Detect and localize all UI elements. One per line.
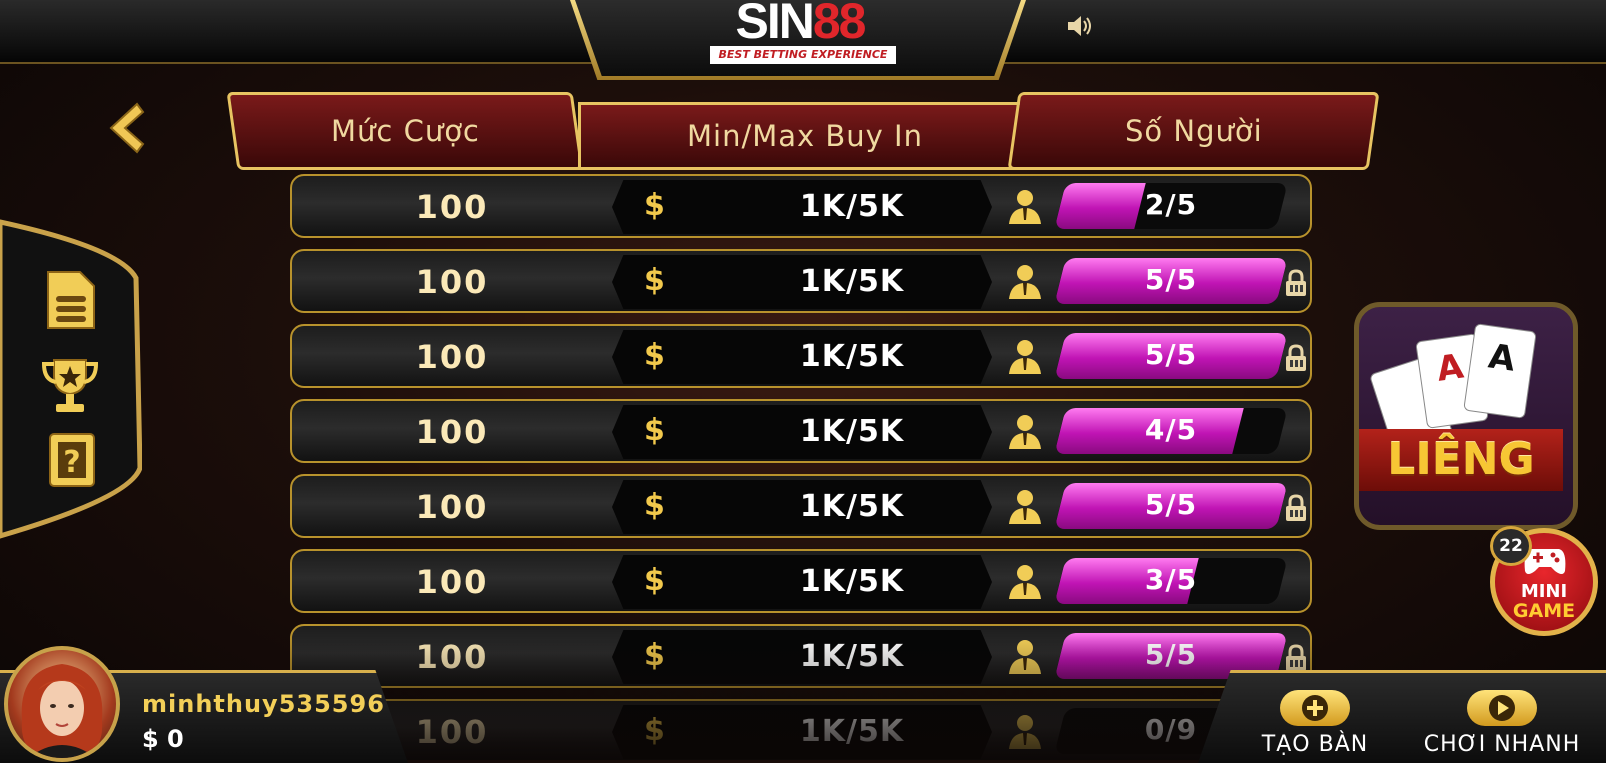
dollar-icon: $	[644, 563, 665, 598]
buyin-range: 1K/5K	[799, 639, 905, 674]
lock-icon	[1286, 644, 1306, 671]
playing-card: A	[1463, 323, 1537, 419]
quick-play-button[interactable]: CHƠI NHANH	[1414, 690, 1590, 757]
dollar-icon: $	[644, 713, 665, 748]
buyin-range: 1K/5K	[799, 414, 905, 449]
table-list: 100 $1K/5K 2/5 100 $1K/5K 5/5 100 $1K/5K 5/5 100 $…	[290, 174, 1316, 760]
mini-game-badge: 22	[1490, 526, 1532, 566]
buyin-range: 1K/5K	[799, 189, 905, 224]
player-icon	[1009, 640, 1041, 674]
buyin-range: 1K/5K	[799, 339, 905, 374]
create-table-label: TẠO BÀN	[1261, 732, 1369, 757]
back-arrow-icon[interactable]	[103, 100, 147, 156]
player-count: 2/5	[1144, 188, 1198, 221]
buyin-range: 1K/5K	[799, 714, 905, 749]
lock-icon	[1286, 494, 1306, 521]
table-row[interactable]: 100 $1K/5K 5/5	[290, 474, 1312, 538]
help-icon[interactable]: ?	[44, 432, 104, 492]
logo-number: 88	[812, 0, 867, 49]
bet-amount: 100	[415, 263, 489, 301]
header-players-label: Số Người	[1124, 114, 1263, 148]
bet-amount: 100	[415, 338, 489, 376]
bet-amount: 100	[415, 638, 489, 676]
bet-amount: 100	[415, 563, 489, 601]
dollar-icon: $	[644, 488, 665, 523]
card-rank: A	[1485, 336, 1518, 380]
player-icon	[1009, 490, 1041, 524]
play-icon	[1467, 690, 1537, 726]
logo-word: SIN	[735, 0, 815, 49]
player-count: 4/5	[1144, 413, 1198, 446]
side-menu: ?	[0, 218, 142, 540]
player-icon	[1009, 715, 1041, 749]
header-bet-label: Mức Cược	[330, 114, 480, 148]
speaker-icon[interactable]	[1066, 14, 1094, 38]
player-icon	[1009, 415, 1041, 449]
player-count: 5/5	[1144, 338, 1198, 371]
dollar-icon: $	[644, 338, 665, 373]
create-table-button[interactable]: TẠO BÀN	[1240, 690, 1390, 757]
header-players: Số Người	[1007, 92, 1380, 170]
plus-icon	[1280, 690, 1350, 726]
table-row[interactable]: 100 $1K/5K 3/5	[290, 549, 1312, 613]
dollar-icon: $	[644, 638, 665, 673]
table-row[interactable]: 100 $1K/5K 5/5	[290, 249, 1312, 313]
dollar-icon: $	[644, 188, 665, 223]
lock-icon	[1286, 269, 1306, 296]
trophy-icon[interactable]	[40, 356, 100, 416]
table-row[interactable]: 100 $1K/5K 5/5	[290, 624, 1312, 688]
game-title: LIÊNG	[1359, 429, 1563, 491]
dollar-icon: $	[644, 413, 665, 448]
player-icon	[1009, 265, 1041, 299]
player-icon	[1009, 340, 1041, 374]
player-icon	[1009, 190, 1041, 224]
header-bet-level: Mức Cược	[226, 92, 584, 170]
quick-play-label: CHƠI NHANH	[1423, 732, 1581, 757]
header-buyin: Min/Max Buy In	[578, 102, 1032, 170]
header-buyin-label: Min/Max Buy In	[687, 119, 923, 153]
username: minhthuy535596	[142, 690, 385, 718]
brand-logo: SIN88	[700, 0, 900, 50]
bet-amount: 100	[415, 488, 489, 526]
mini-game-label-2: GAME	[1512, 600, 1576, 622]
buyin-range: 1K/5K	[799, 564, 905, 599]
player-icon	[1009, 565, 1041, 599]
logo-tagline: BEST BETTING EXPERIENCE	[710, 46, 896, 64]
document-icon[interactable]	[40, 270, 100, 330]
bet-amount: 100	[415, 413, 489, 451]
avatar-portrait	[21, 664, 103, 758]
lock-icon	[1286, 344, 1306, 371]
table-row[interactable]: 100 $1K/5K 0/9	[290, 699, 1312, 760]
game-card-lieng[interactable]: A A LIÊNG	[1354, 302, 1578, 530]
bet-amount: 100	[415, 188, 489, 226]
dollar-icon: $	[644, 263, 665, 298]
table-row[interactable]: 100 $1K/5K 2/5	[290, 174, 1312, 238]
balance: $ 0	[142, 725, 184, 753]
buyin-range: 1K/5K	[799, 489, 905, 524]
buyin-range: 1K/5K	[799, 264, 905, 299]
mini-game-label-1: MINI	[1520, 581, 1568, 602]
player-count: 5/5	[1144, 638, 1198, 671]
table-row[interactable]: 100 $1K/5K 5/5	[290, 324, 1312, 388]
player-count: 3/5	[1144, 563, 1198, 596]
player-count: 5/5	[1144, 488, 1198, 521]
avatar[interactable]	[4, 646, 120, 762]
svg-text:?: ?	[63, 445, 80, 480]
table-row[interactable]: 100 $1K/5K 4/5	[290, 399, 1312, 463]
player-count: 5/5	[1144, 263, 1198, 296]
